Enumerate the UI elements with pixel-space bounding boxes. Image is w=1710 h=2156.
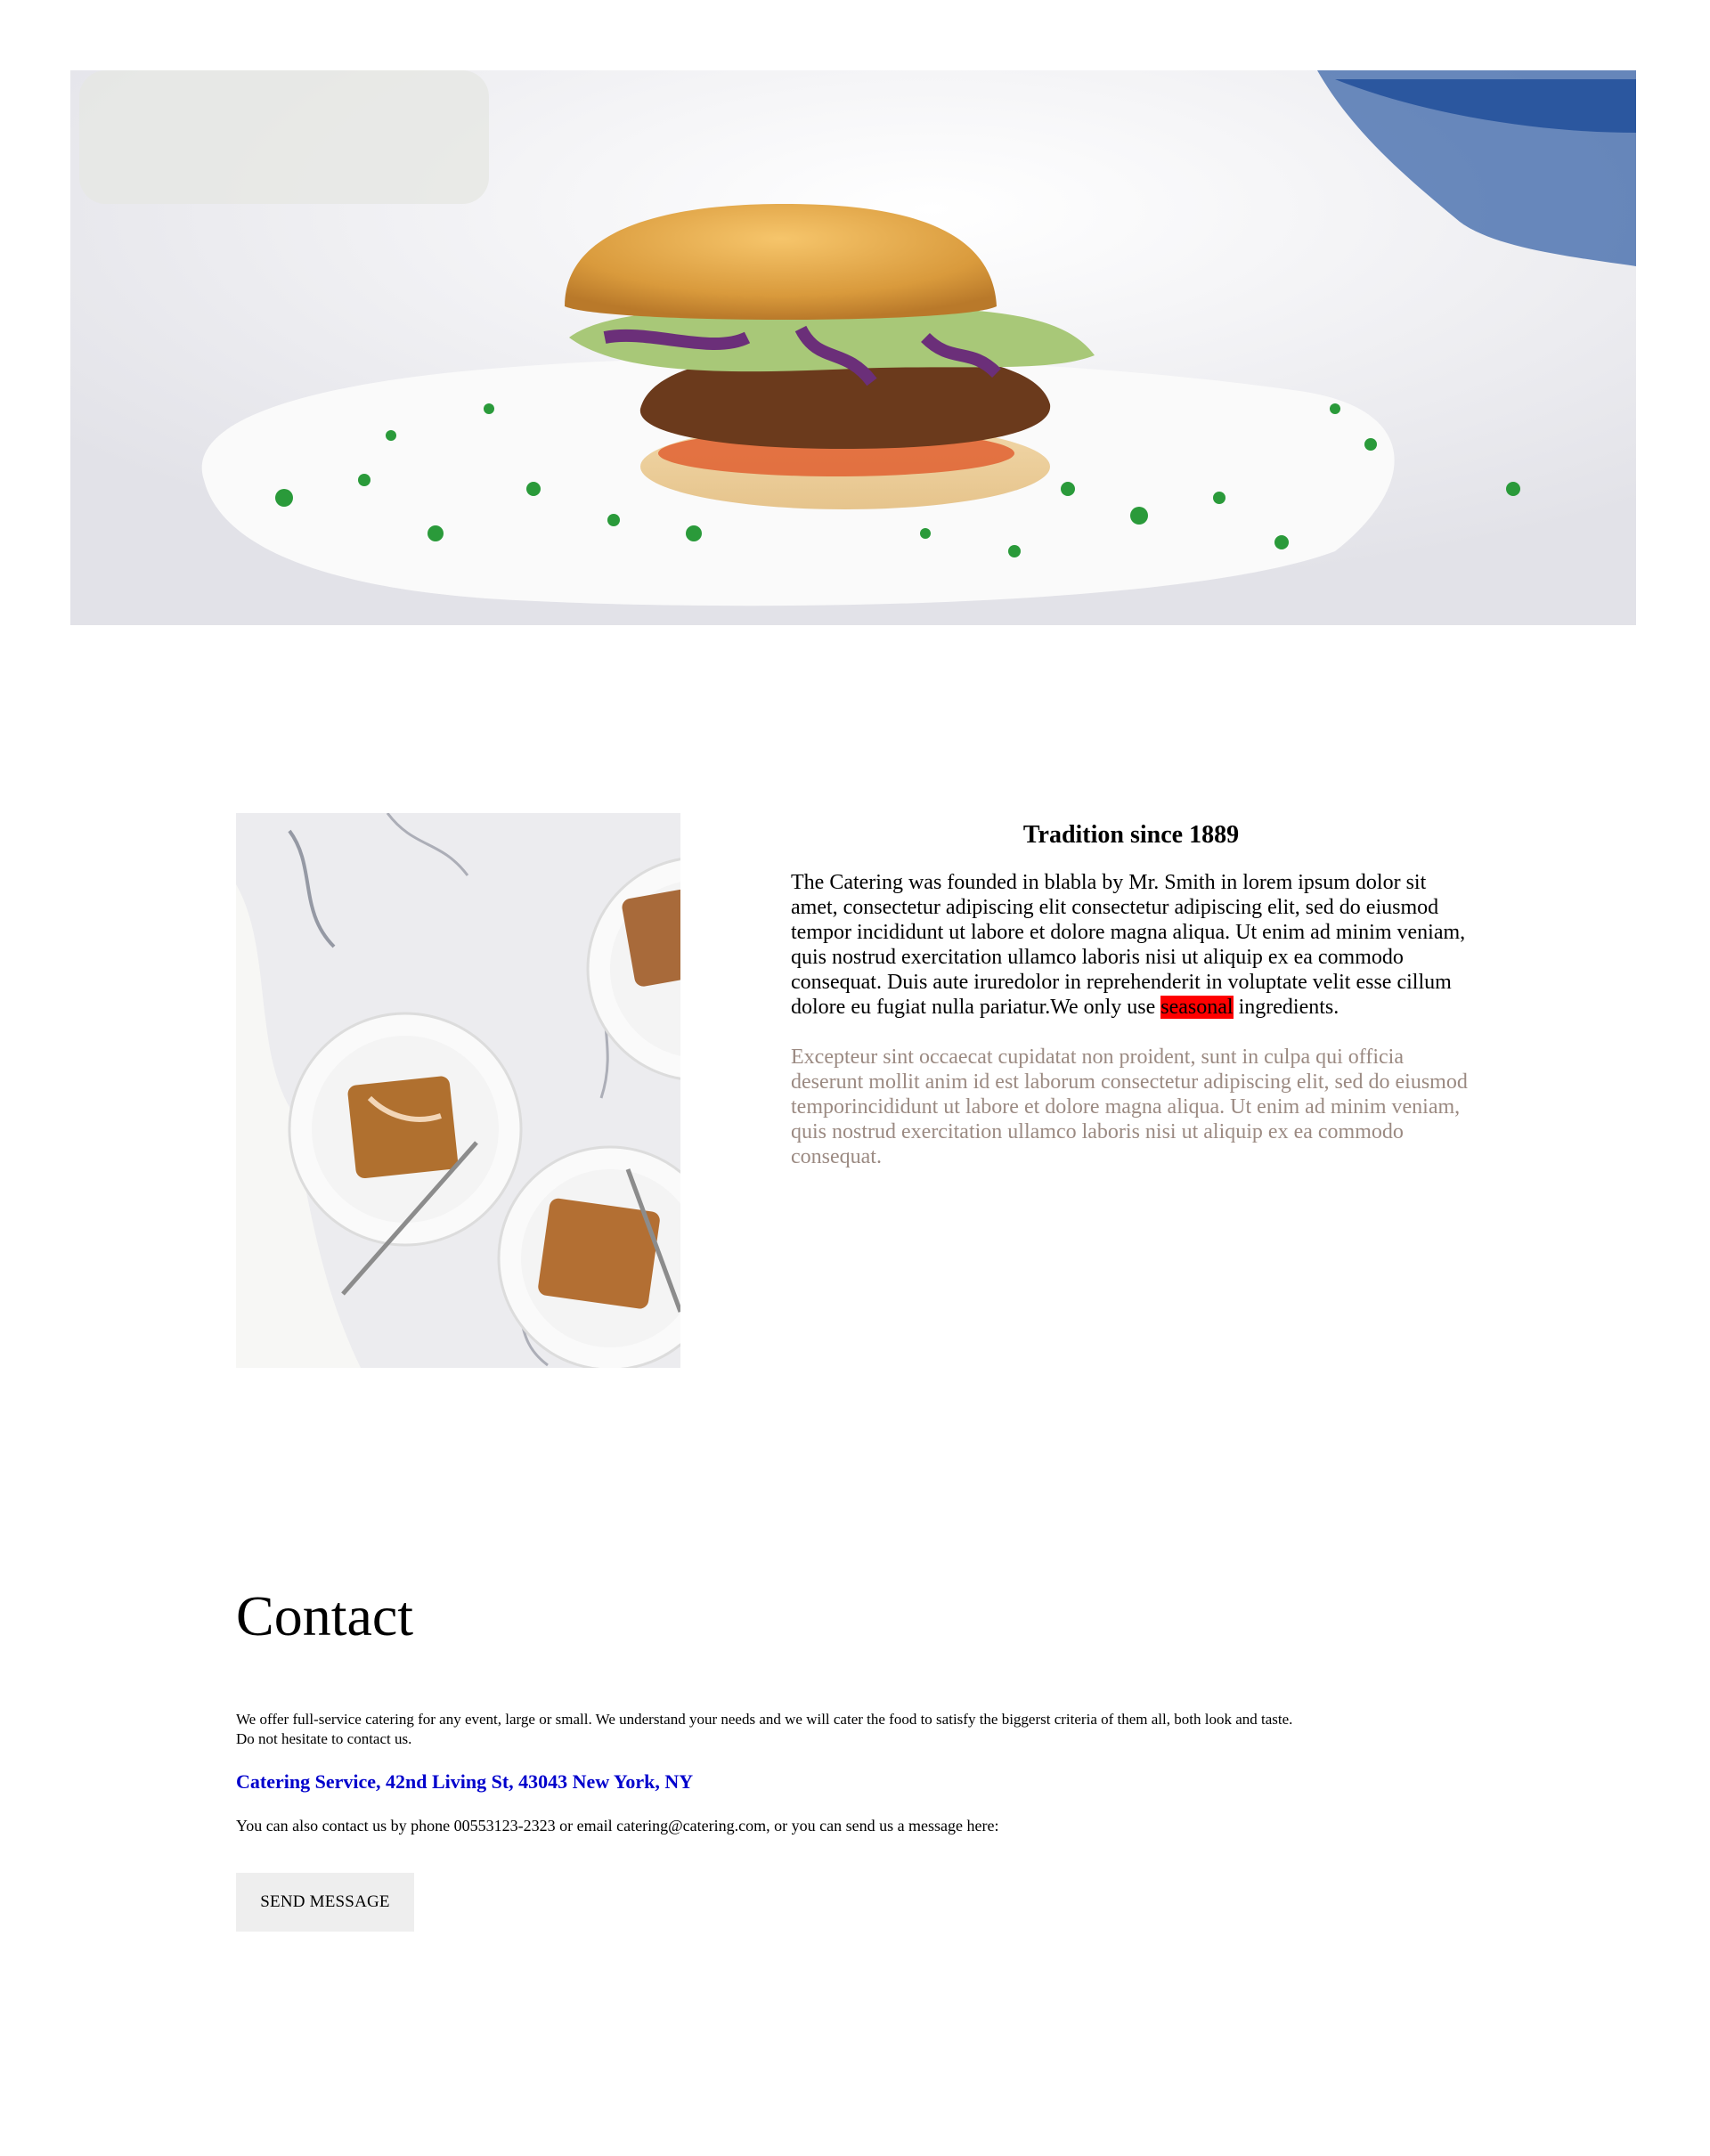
about-paragraph-end: ingredients. — [1233, 995, 1340, 1019]
burger-photo-icon — [70, 70, 1636, 625]
contact-title: Contact — [236, 1584, 414, 1648]
about-paragraph-text: The Catering was founded in blabla by Mr… — [791, 870, 1466, 1019]
about-paragraph: The Catering was founded in blabla by Mr… — [791, 870, 1471, 1020]
contact-intro-line1: We offer full-service catering for any e… — [236, 1711, 1293, 1729]
contact-intro-line2: Do not hesitate to contact us. — [236, 1730, 412, 1748]
pie-plates-photo-icon — [236, 813, 680, 1368]
about-title: Tradition since 1889 — [1022, 821, 1240, 849]
hero-image — [70, 70, 1636, 625]
seasonal-highlight: seasonal — [1160, 995, 1234, 1019]
contact-section: Contact We offer full-service catering f… — [236, 1584, 1483, 1932]
about-section: Tradition since 1889 The Catering was fo… — [791, 813, 1471, 1194]
contact-intro: We offer full-service catering for any e… — [236, 1710, 1483, 1749]
send-message-button[interactable]: SEND MESSAGE — [236, 1873, 414, 1932]
contact-address: Catering Service, 42nd Living St, 43043 … — [236, 1770, 694, 1794]
contact-phone-email: You can also contact us by phone 0055312… — [236, 1817, 999, 1835]
about-paragraph-secondary: Excepteur sint occaecat cupidatat non pr… — [791, 1045, 1468, 1168]
about-image — [236, 813, 680, 1368]
